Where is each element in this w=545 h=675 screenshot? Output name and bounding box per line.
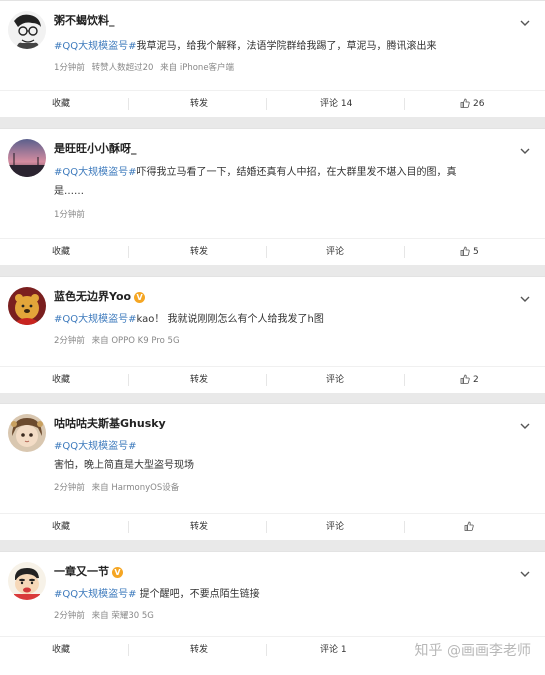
- thumbs-up-icon: [460, 374, 470, 384]
- topic-link[interactable]: #QQ大规模盗号#: [54, 41, 137, 52]
- repost-button[interactable]: 转发: [190, 239, 208, 265]
- avatar[interactable]: [8, 414, 46, 452]
- username[interactable]: 咕咕咕夫斯基Ghusky: [54, 415, 166, 431]
- source: 来自 荣耀30 5G: [91, 611, 154, 621]
- avatar[interactable]: [8, 139, 46, 177]
- topic-link[interactable]: #QQ大规模盗号#: [54, 441, 137, 452]
- like-button[interactable]: 5: [460, 239, 479, 265]
- chevron-down-icon[interactable]: [519, 141, 531, 154]
- thumbs-up-icon: [460, 98, 470, 108]
- collect-button[interactable]: 收藏: [52, 367, 70, 393]
- collect-button[interactable]: 收藏: [52, 239, 70, 265]
- post-meta: 1分钟前 转赞人数超过20 来自 iPhone客户端: [54, 61, 238, 73]
- source: 来自 OPPO K9 Pro 5G: [91, 336, 180, 346]
- post-text: #QQ大规模盗号# 提个醒吧，不要点陌生链接: [54, 589, 260, 600]
- like-button[interactable]: 26: [460, 91, 484, 117]
- repost-count-note: 转赞人数超过20: [91, 63, 154, 73]
- topic-link[interactable]: #QQ大规模盗号#: [54, 167, 137, 178]
- chevron-down-icon[interactable]: [519, 416, 531, 429]
- repost-button[interactable]: 转发: [190, 91, 208, 117]
- timestamp[interactable]: 1分钟前: [54, 63, 85, 73]
- post-text: #QQ大规模盗号#吓得我立马看了一下，结婚还真有人中招，在大群里发不堪入目的图，…: [54, 167, 457, 197]
- thumbs-up-icon: [460, 246, 470, 256]
- source: 来自 HarmonyOS设备: [91, 483, 180, 493]
- post-card: 咕咕咕夫斯基Ghusky #QQ大规模盗号# 害怕，晚上简直是大型盗号现场 2分钟…: [0, 403, 545, 540]
- post-meta: 2分钟前 来自 OPPO K9 Pro 5G: [54, 334, 184, 346]
- post-card: 蓝色无边界Yoo V #QQ大规模盗号#kao！ 我就说刚刚怎么有个人给我发了h图…: [0, 276, 545, 393]
- timestamp[interactable]: 1分钟前: [54, 210, 85, 220]
- like-button[interactable]: [464, 514, 477, 540]
- timestamp[interactable]: 2分钟前: [54, 483, 85, 493]
- action-bar: 收藏 转发 评论 2: [0, 366, 545, 393]
- collect-button[interactable]: 收藏: [52, 514, 70, 540]
- action-bar: 收藏 转发 评论 14 26: [0, 90, 545, 117]
- comment-button[interactable]: 评论: [326, 239, 344, 265]
- timestamp[interactable]: 2分钟前: [54, 336, 85, 346]
- timestamp[interactable]: 2分钟前: [54, 611, 85, 621]
- like-button[interactable]: 2: [460, 367, 479, 393]
- collect-button[interactable]: 收藏: [52, 91, 70, 117]
- post-text: #QQ大规模盗号#我草泥马，给我个解释，法语学院群给我踢了，草泥马，腾讯滚出来: [54, 41, 437, 52]
- comment-button[interactable]: 评论: [326, 367, 344, 393]
- repost-button[interactable]: 转发: [190, 514, 208, 540]
- avatar[interactable]: [8, 11, 46, 49]
- collect-button[interactable]: 收藏: [52, 637, 70, 663]
- thumbs-up-icon: [464, 521, 474, 531]
- comment-button[interactable]: 评论 1: [320, 637, 347, 663]
- avatar[interactable]: [8, 562, 46, 600]
- action-bar: 收藏 转发 评论 5: [0, 238, 545, 265]
- chevron-down-icon[interactable]: [519, 564, 531, 577]
- post-card: 粥不蝎饮料_ #QQ大规模盗号#我草泥马，给我个解释，法语学院群给我踢了，草泥马…: [0, 0, 545, 117]
- verified-badge-icon: V: [112, 567, 123, 578]
- topic-link[interactable]: #QQ大规模盗号#: [54, 314, 137, 325]
- chevron-down-icon[interactable]: [519, 289, 531, 302]
- username[interactable]: 粥不蝎饮料_: [54, 12, 115, 28]
- comment-button[interactable]: 评论 14: [320, 91, 352, 117]
- comment-button[interactable]: 评论: [326, 514, 344, 540]
- username[interactable]: 一章又一节 V: [54, 563, 123, 579]
- weibo-feed: 粥不蝎饮料_ #QQ大规模盗号#我草泥马，给我个解释，法语学院群给我踢了，草泥马…: [0, 0, 545, 675]
- avatar[interactable]: [8, 287, 46, 325]
- topic-link[interactable]: #QQ大规模盗号#: [54, 589, 137, 600]
- repost-button[interactable]: 转发: [190, 637, 208, 663]
- chevron-down-icon[interactable]: [519, 13, 531, 26]
- watermark: 知乎 @画画李老师: [414, 643, 531, 659]
- action-bar: 收藏 转发 评论: [0, 513, 545, 540]
- username[interactable]: 是旺旺小小酥呀_: [54, 140, 137, 156]
- post-text: #QQ大规模盗号#kao！ 我就说刚刚怎么有个人给我发了h图: [54, 314, 324, 325]
- repost-button[interactable]: 转发: [190, 367, 208, 393]
- source: 来自 iPhone客户端: [160, 63, 235, 73]
- post-text: #QQ大规模盗号# 害怕，晚上简直是大型盗号现场: [54, 441, 194, 471]
- username[interactable]: 蓝色无边界Yoo V: [54, 288, 146, 304]
- post-card: 是旺旺小小酥呀_ #QQ大规模盗号#吓得我立马看了一下，结婚还真有人中招，在大群…: [0, 128, 545, 265]
- verified-badge-icon: V: [134, 292, 146, 303]
- post-meta: 2分钟前 来自 荣耀30 5G: [54, 609, 158, 621]
- post-meta: 2分钟前 来自 HarmonyOS设备: [54, 481, 183, 493]
- post-meta: 1分钟前: [54, 208, 89, 220]
